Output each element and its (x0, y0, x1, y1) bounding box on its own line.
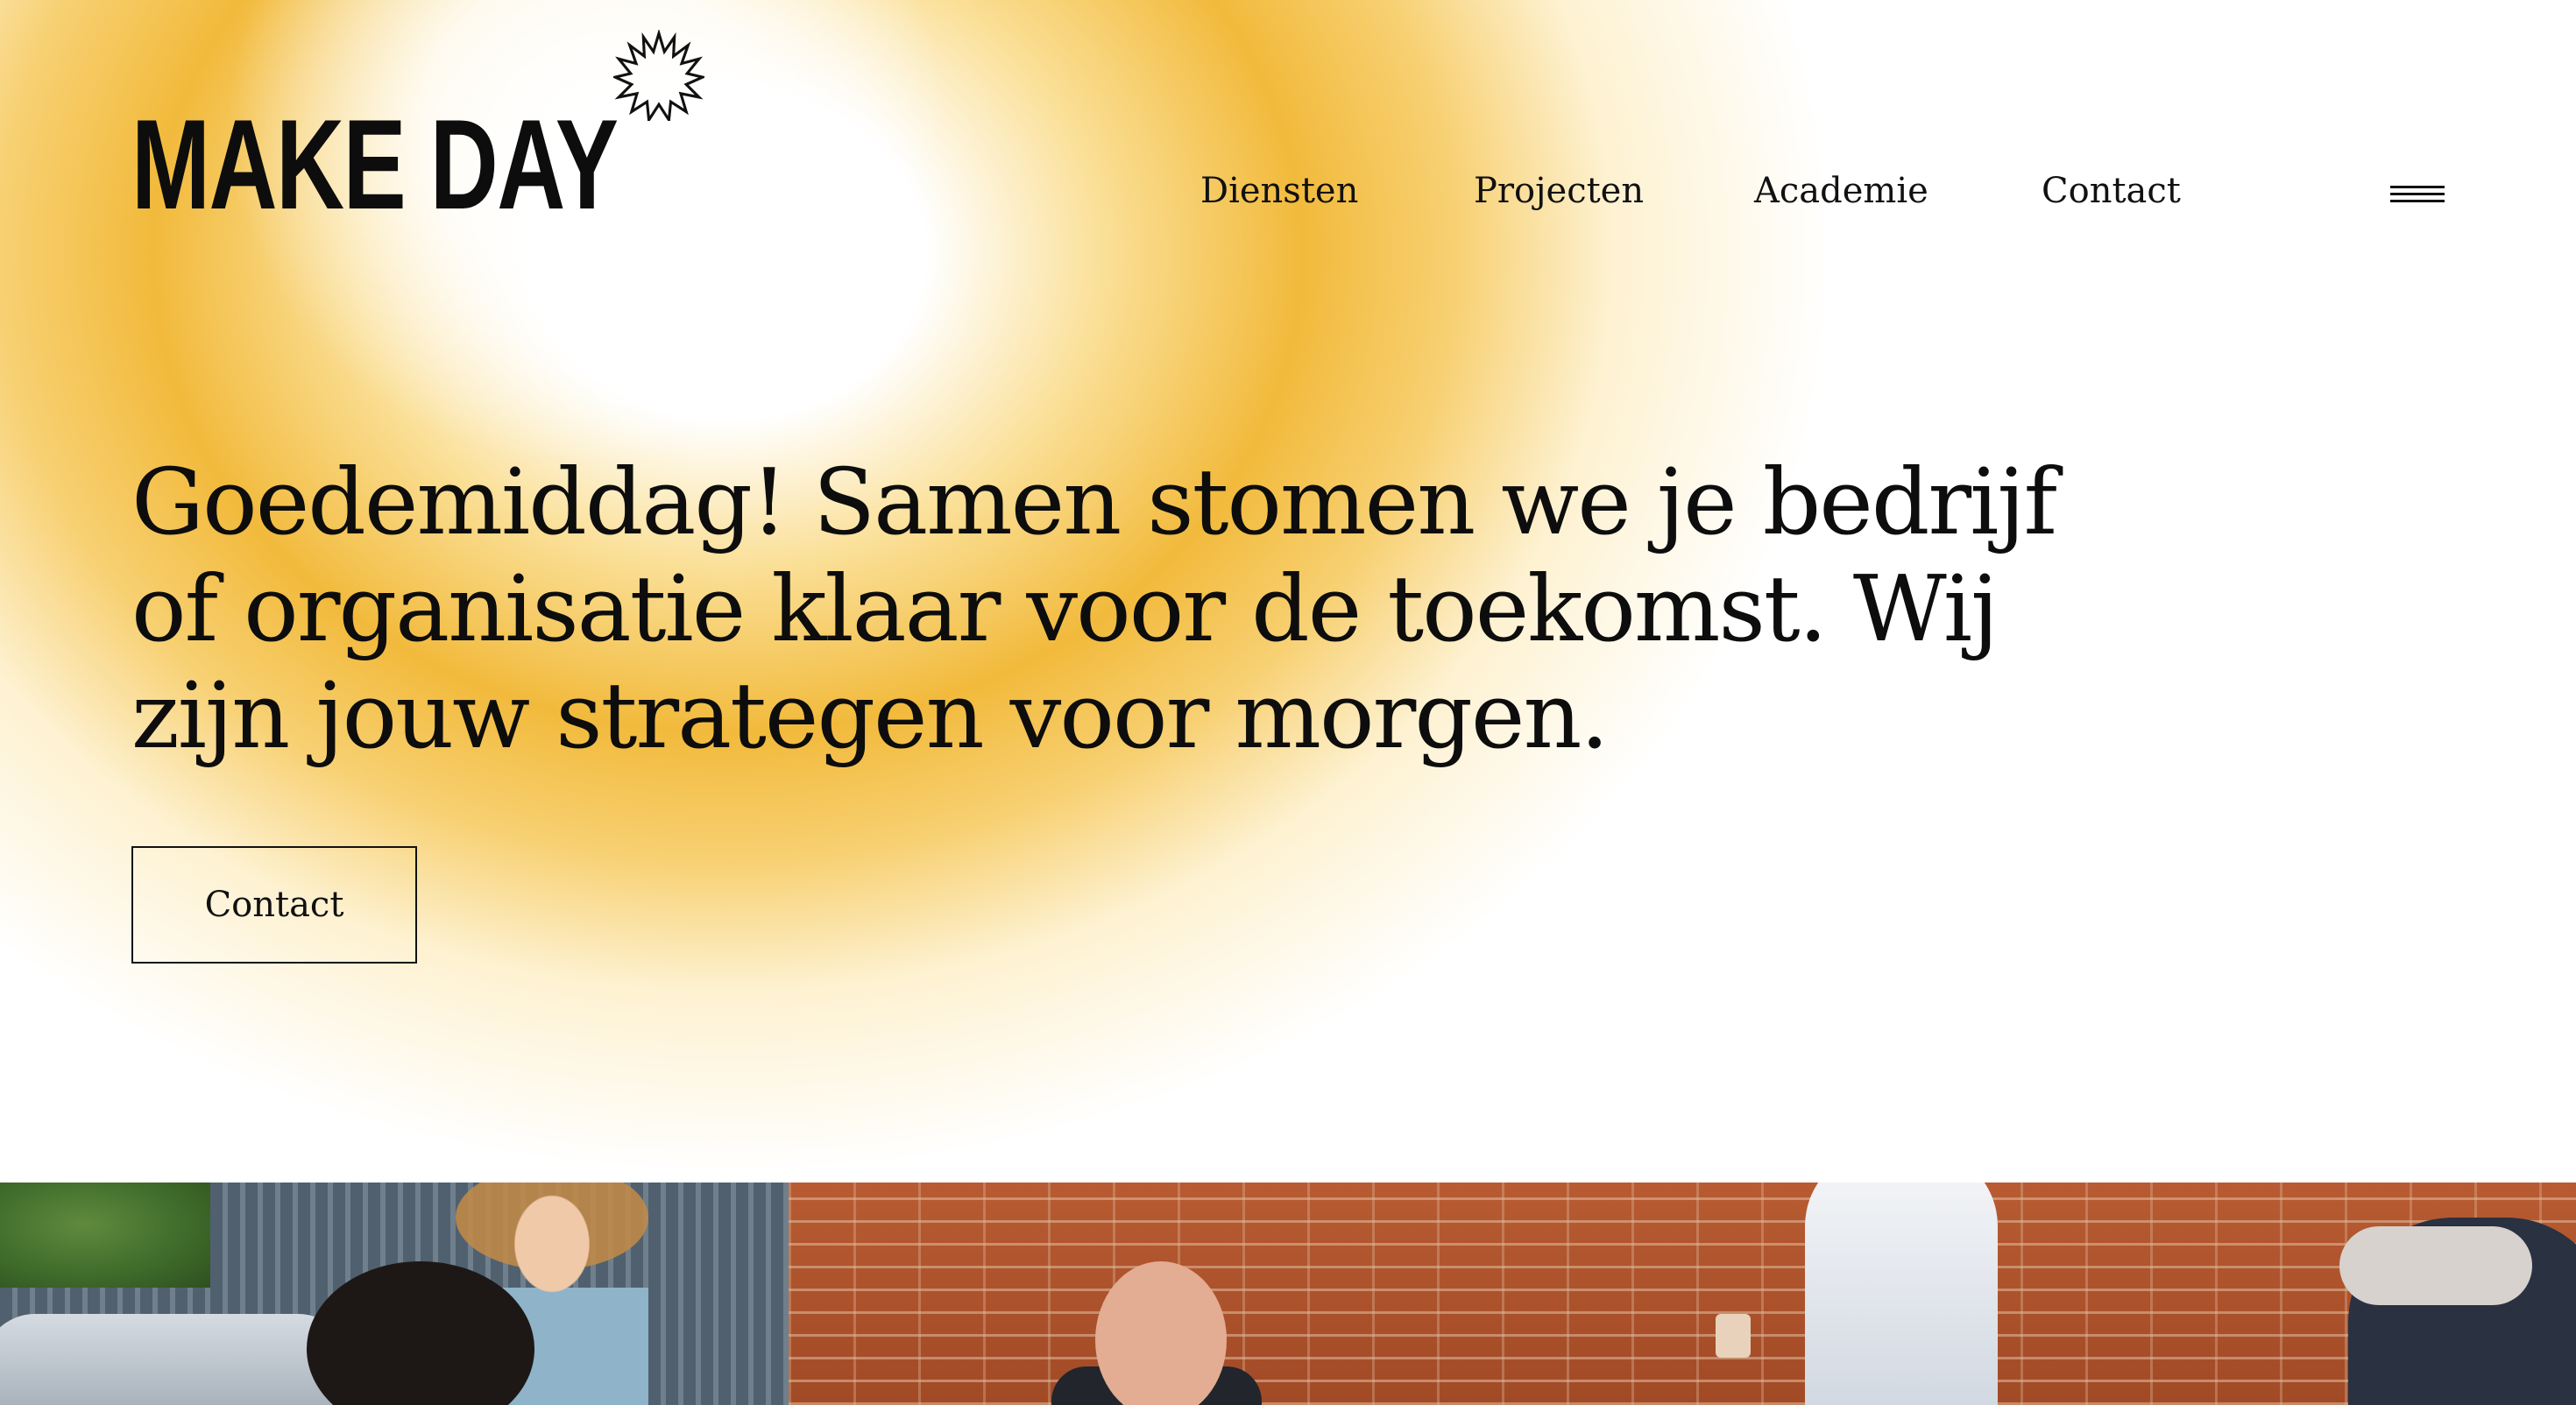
nav-item-academie[interactable]: Academie (1754, 166, 1928, 215)
menu-line (2390, 200, 2445, 202)
nav-item-diensten[interactable]: Diensten (1200, 166, 1358, 215)
car (0, 1314, 350, 1405)
contact-button[interactable]: Contact (131, 846, 417, 964)
logo[interactable]: MAKE DAY (131, 101, 619, 229)
hero-heading: Goedemiddag! Samen stomen we je bedrijf … (131, 448, 2057, 769)
starburst-icon (613, 30, 704, 121)
hero-section: Goedemiddag! Samen stomen we je bedrijf … (131, 448, 2112, 964)
group-photo (0, 1183, 2576, 1405)
trees (0, 1183, 210, 1288)
fur-hood (2339, 1226, 2532, 1305)
cup (1716, 1314, 1751, 1358)
menu-line (2390, 193, 2445, 195)
person (1805, 1183, 1998, 1405)
nav-item-contact[interactable]: Contact (2042, 166, 2181, 215)
page: MAKE DAY Diensten Projecten Academie Con… (0, 0, 2576, 1405)
site-header: MAKE DAY Diensten Projecten Academie Con… (0, 0, 2576, 263)
brick-wall (789, 1183, 2576, 1405)
nav-item-projecten[interactable]: Projecten (1474, 166, 1644, 215)
menu-line (2390, 186, 2445, 188)
hamburger-menu-icon[interactable] (2390, 182, 2445, 208)
